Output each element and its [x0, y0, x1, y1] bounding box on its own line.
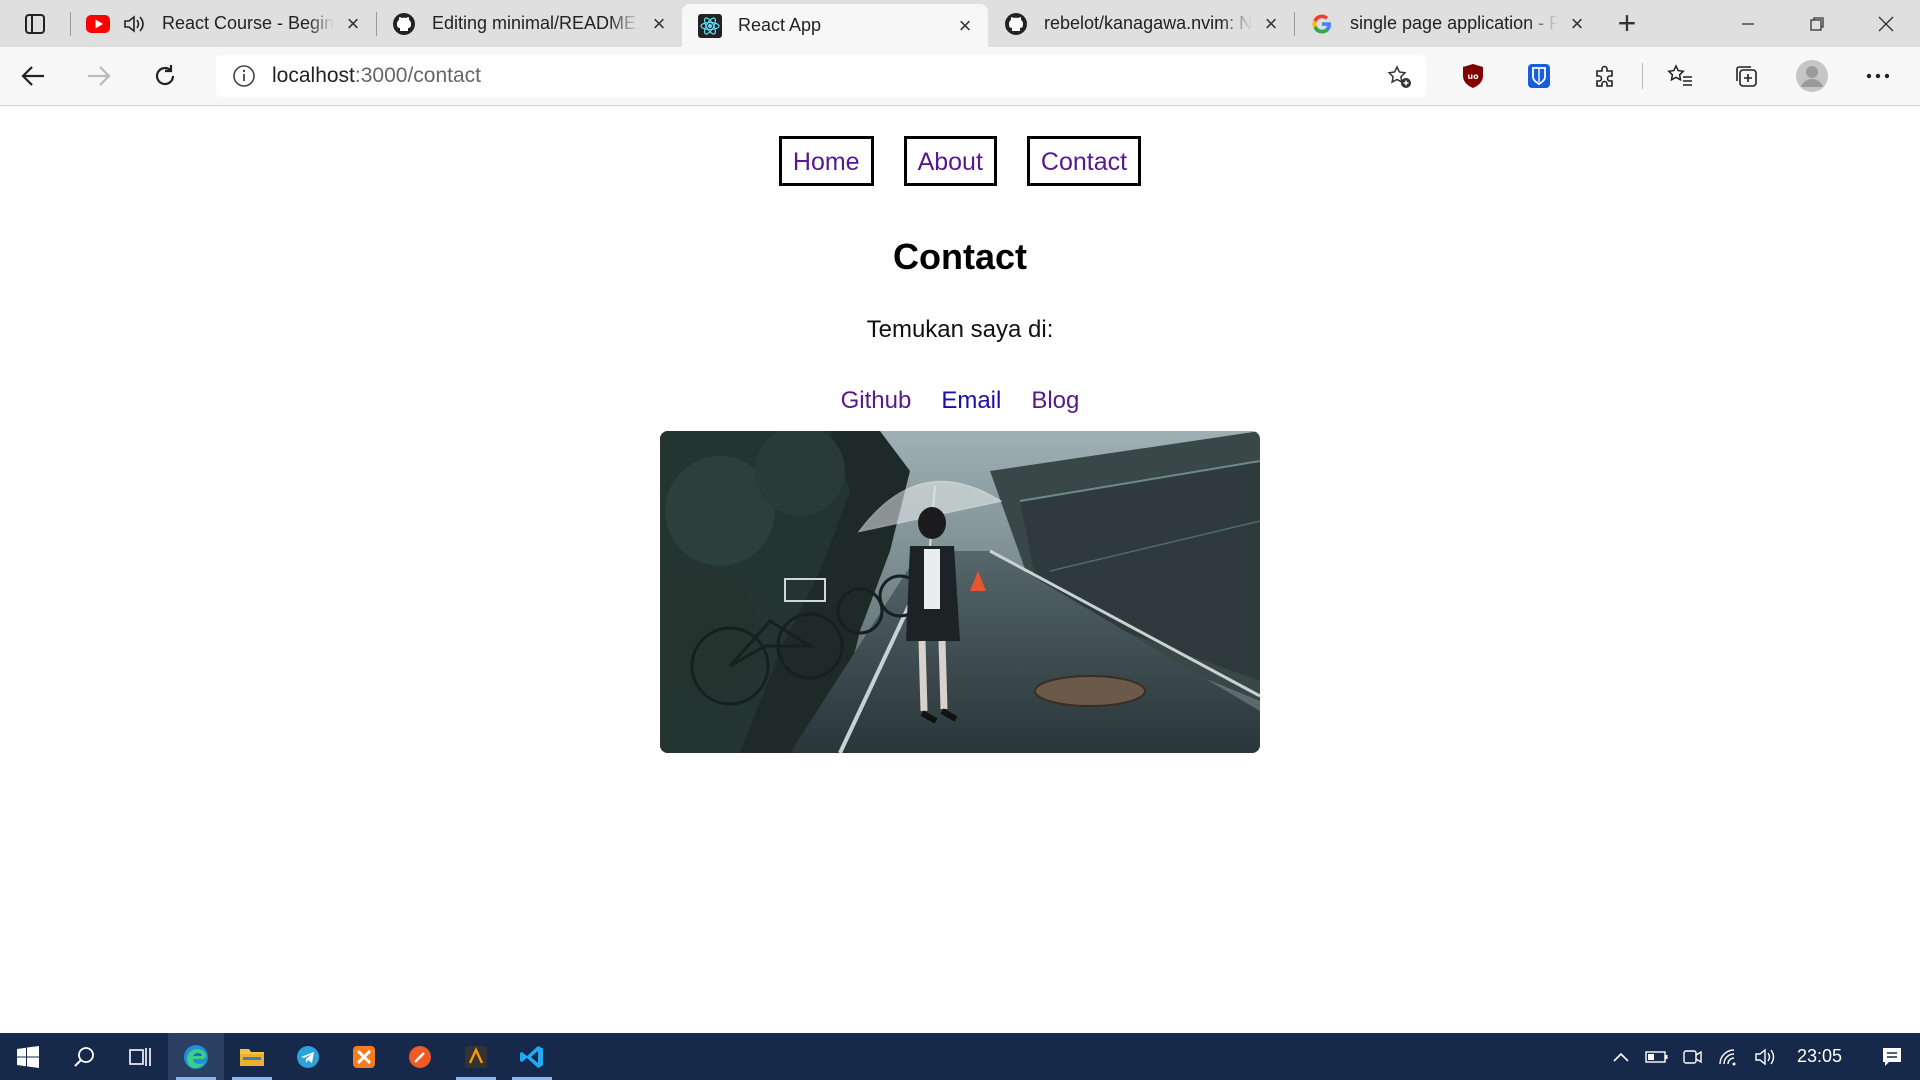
taskbar-file-explorer[interactable]	[224, 1033, 280, 1080]
search-button[interactable]	[56, 1033, 112, 1080]
tab-title: Editing minimal/README.md	[432, 13, 640, 33]
extensions-puzzle-icon[interactable]	[1572, 47, 1638, 105]
url-path: :3000/contact	[354, 64, 481, 87]
tab-google-search[interactable]: single page application - P ×	[1294, 0, 1600, 47]
main-nav: Home About Contact	[0, 136, 1920, 186]
collections-icon[interactable]	[1713, 47, 1779, 105]
file-explorer-icon	[240, 1048, 264, 1066]
forward-arrow-icon	[88, 66, 111, 86]
site-info-icon[interactable]	[216, 64, 272, 88]
close-window-button[interactable]	[1851, 0, 1920, 47]
add-favorite-icon[interactable]	[1386, 64, 1412, 95]
github-link[interactable]: Github	[841, 387, 912, 415]
extensions-area: uo	[1440, 47, 1911, 105]
minimize-button[interactable]	[1713, 0, 1782, 47]
favorites-icon[interactable]	[1647, 47, 1713, 105]
xampp-icon	[353, 1045, 375, 1068]
taskbar-xampp[interactable]	[336, 1033, 392, 1080]
system-tray: 23:05	[1603, 1033, 1920, 1080]
settings-more-icon[interactable]	[1845, 47, 1911, 105]
notification-icon	[1883, 1047, 1901, 1066]
reload-icon	[155, 65, 175, 86]
tab-react-app[interactable]: React App ×	[682, 4, 988, 47]
speaker-icon[interactable]	[122, 12, 146, 36]
taskbar-sublime-text[interactable]	[448, 1033, 504, 1080]
reload-button[interactable]	[132, 47, 198, 105]
task-view-icon	[129, 1047, 151, 1066]
taskbar-clock[interactable]: 23:05	[1783, 1046, 1864, 1067]
tab-actions-button[interactable]	[0, 0, 70, 47]
tab-title: React App	[738, 15, 822, 35]
page-content: Home About Contact Contact Temukan saya …	[0, 106, 1920, 1033]
show-hidden-icons-button[interactable]	[1603, 1033, 1639, 1080]
task-view-button[interactable]	[112, 1033, 168, 1080]
taskbar-postman[interactable]	[392, 1033, 448, 1080]
back-arrow-icon	[21, 66, 44, 86]
close-tab-icon[interactable]: ×	[1258, 11, 1284, 37]
profile-avatar-icon[interactable]	[1779, 47, 1845, 105]
tab-strip: React Course - Beginner's Tutorial × Edi…	[0, 0, 1920, 47]
volume-icon[interactable]	[1747, 1033, 1783, 1080]
close-icon	[1878, 16, 1893, 31]
windows-logo-icon	[17, 1045, 39, 1068]
tab-github-readme[interactable]: Editing minimal/README.md ×	[376, 0, 682, 47]
url-host: localhost	[272, 64, 355, 87]
restore-button[interactable]	[1782, 0, 1851, 47]
meet-now-icon[interactable]	[1675, 1033, 1711, 1080]
nav-home-link[interactable]: Home	[778, 136, 874, 186]
toolbar-separator	[1642, 63, 1643, 89]
address-bar[interactable]: localhost:3000/contact	[216, 55, 1426, 97]
minimize-icon	[1741, 22, 1754, 25]
anime-girl-umbrella-rainy-street-image	[660, 431, 1260, 753]
sublime-text-icon	[465, 1045, 487, 1068]
tab-actions-icon	[25, 13, 45, 34]
taskbar-vscode[interactable]	[504, 1033, 560, 1080]
forward-button[interactable]	[66, 47, 132, 105]
github-icon	[1004, 12, 1028, 36]
battery-icon[interactable]	[1639, 1033, 1675, 1080]
tab-youtube[interactable]: React Course - Beginner's Tutorial ×	[70, 0, 376, 47]
nav-contact-link[interactable]: Contact	[1026, 136, 1142, 186]
tab-title: single page application - P	[1350, 13, 1558, 33]
new-tab-button[interactable]: +	[1600, 0, 1654, 47]
tab-title: rebelot/kanagawa.nvim: N	[1044, 13, 1252, 33]
github-icon	[392, 12, 416, 36]
tab-title: React Course - Beginner's Tutorial	[162, 13, 334, 33]
close-tab-icon[interactable]: ×	[646, 11, 672, 37]
back-button[interactable]	[0, 47, 66, 105]
restore-icon	[1809, 16, 1824, 31]
youtube-icon	[86, 12, 110, 36]
page-title: Contact	[893, 236, 1027, 277]
vscode-icon	[520, 1045, 543, 1068]
postman-icon	[409, 1045, 431, 1068]
contact-subtitle: Temukan saya di:	[866, 316, 1054, 343]
wifi-icon[interactable]	[1711, 1033, 1747, 1080]
windows-taskbar: 23:05	[0, 1033, 1920, 1080]
bitwarden-icon[interactable]	[1506, 47, 1572, 105]
url-text[interactable]: localhost:3000/contact	[272, 64, 481, 88]
nav-about-link[interactable]: About	[903, 136, 997, 186]
telegram-icon	[297, 1045, 319, 1068]
search-icon	[74, 1046, 94, 1067]
ublock-origin-icon[interactable]: uo	[1440, 47, 1506, 105]
taskbar-edge[interactable]	[168, 1033, 224, 1080]
chevron-up-icon	[1613, 1052, 1629, 1062]
blog-link[interactable]: Blog	[1031, 387, 1079, 415]
close-tab-icon[interactable]: ×	[952, 13, 978, 39]
svg-text:uo: uo	[1467, 72, 1479, 81]
close-tab-icon[interactable]: ×	[1564, 11, 1590, 37]
taskbar-telegram[interactable]	[280, 1033, 336, 1080]
react-icon	[698, 13, 722, 38]
window-controls	[1713, 0, 1920, 47]
close-tab-icon[interactable]: ×	[340, 11, 366, 37]
browser-toolbar: localhost:3000/contact uo	[0, 47, 1920, 106]
plus-icon: +	[1617, 5, 1637, 41]
start-button[interactable]	[0, 1033, 56, 1080]
google-icon	[1310, 12, 1334, 36]
tab-github-kanagawa[interactable]: rebelot/kanagawa.nvim: N ×	[988, 0, 1294, 47]
edge-icon	[184, 1044, 208, 1069]
contact-links: Github Email Blog	[0, 387, 1920, 415]
email-link[interactable]: Email	[941, 387, 1001, 415]
notification-center-button[interactable]	[1864, 1033, 1920, 1080]
